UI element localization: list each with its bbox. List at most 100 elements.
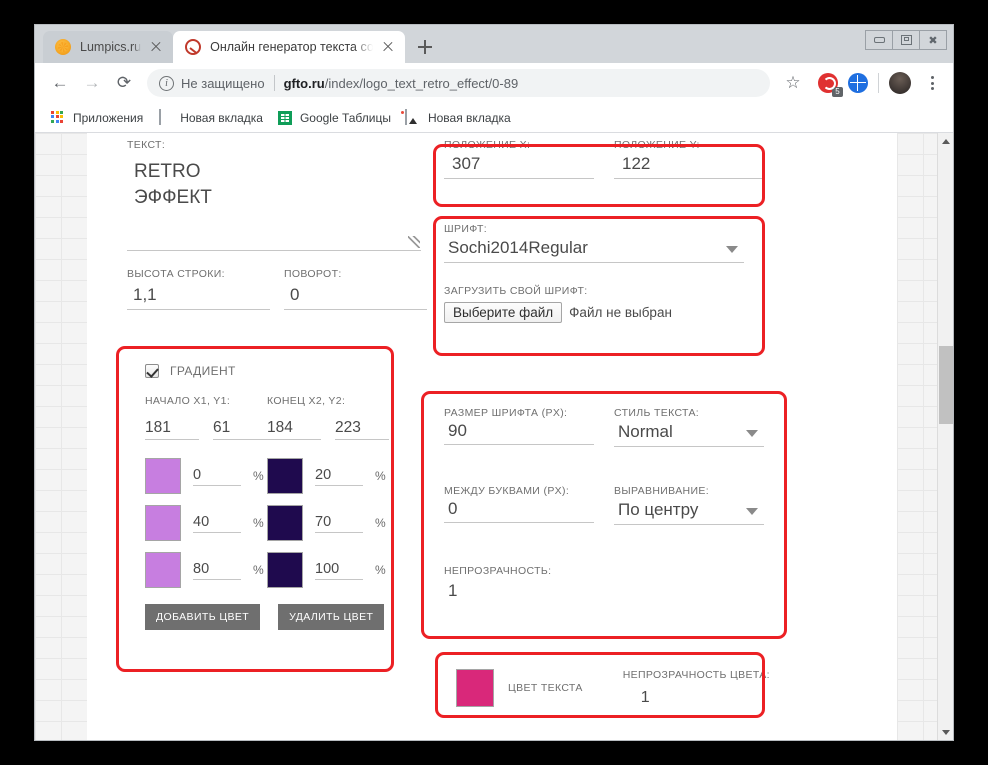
tab-title: Lumpics.ru [80, 40, 142, 54]
gradient-color-swatch[interactable] [145, 458, 181, 494]
scroll-up-arrow-icon[interactable] [938, 133, 953, 149]
position-y-input[interactable]: 122 [614, 151, 764, 179]
rotation-input[interactable]: 0 [284, 280, 427, 310]
resize-handle-icon[interactable] [408, 236, 420, 248]
add-color-button[interactable]: ДОБАВИТЬ ЦВЕТ [145, 604, 261, 630]
gradient-stop-percent[interactable]: 0 [193, 467, 241, 486]
font-upload-label: ЗАГРУЗИТЬ СВОЙ ШРИФТ: [444, 285, 588, 297]
tab-strip: Lumpics.ru Онлайн генератор текста созда… [35, 25, 953, 63]
tab-close-icon[interactable] [147, 38, 165, 56]
gradient-color-swatch[interactable] [267, 458, 303, 494]
scrollbar-thumb[interactable] [939, 346, 953, 424]
gradient-color-swatch[interactable] [267, 505, 303, 541]
alignment-select[interactable]: По центру [614, 497, 764, 525]
gradient-stop-left-1: 0 % [145, 458, 267, 494]
percent-unit: % [375, 563, 386, 577]
gradient-label: ГРАДИЕНТ [170, 364, 236, 378]
reload-button[interactable]: ⟳ [109, 68, 139, 98]
url-host: gfto.ru [283, 75, 325, 91]
gradient-buttons: ДОБАВИТЬ ЦВЕТ УДАЛИТЬ ЦВЕТ [145, 604, 389, 630]
gradient-y2-input[interactable]: 223 [335, 419, 389, 440]
page-icon [157, 108, 173, 126]
gradient-color-swatch[interactable] [145, 552, 181, 588]
gradient-stop-percent[interactable]: 80 [193, 561, 241, 580]
apps-grid-icon [50, 110, 66, 126]
font-size-input[interactable]: 90 [444, 419, 594, 445]
percent-unit: % [253, 563, 264, 577]
alignment-label: ВЫРАВНИВАНИЕ: [614, 485, 709, 497]
address-bar[interactable]: i Не защищено gfto.ru /index/logo_text_r… [147, 69, 770, 97]
avatar[interactable] [889, 72, 911, 94]
chevron-down-icon [746, 430, 758, 437]
bookmark-label: Новая вкладка [427, 110, 511, 125]
line-height-input[interactable]: 1,1 [127, 280, 270, 310]
bookmark-new-tab-2[interactable]: Новая вкладка [400, 107, 520, 129]
bookmark-google-sheets[interactable]: Google Таблицы [272, 107, 400, 129]
photo-icon [404, 108, 421, 126]
scroll-down-arrow-icon[interactable] [938, 724, 953, 740]
percent-unit: % [253, 516, 264, 530]
position-x-group: ПОЛОЖЕНИЕ X: 307 [444, 139, 594, 179]
gradient-color-swatch[interactable] [267, 552, 303, 588]
bookmark-label: Новая вкладка [180, 110, 263, 125]
gradient-y1-input[interactable]: 61 [213, 419, 267, 440]
color-opacity-value[interactable]: 1 [623, 681, 770, 707]
back-button[interactable]: ← [45, 68, 75, 98]
gradient-stop-percent[interactable]: 70 [315, 514, 363, 533]
generator-form: ТЕКСТ: RETRO ЭФФЕКТ ВЫСОТА СТРОКИ: 1,1 П… [87, 133, 897, 740]
gradient-checkbox-row[interactable]: ГРАДИЕНТ [145, 364, 389, 378]
remove-color-button[interactable]: УДАЛИТЬ ЦВЕТ [278, 604, 385, 630]
text-style-label: СТИЛЬ ТЕКСТА: [614, 407, 700, 419]
text-color-label: ЦВЕТ ТЕКСТА [508, 682, 583, 694]
text-style-group: СТИЛЬ ТЕКСТА: Normal [614, 407, 764, 447]
opacity-input[interactable]: 1 [444, 577, 594, 604]
bookmark-new-tab-1[interactable]: Новая вкладка [152, 107, 272, 129]
close-button[interactable]: ✖ [919, 30, 947, 50]
text-color-swatch[interactable] [456, 669, 494, 707]
browser-tab-generator[interactable]: Онлайн генератор текста созда [173, 31, 406, 63]
position-x-label: ПОЛОЖЕНИЕ X: [444, 139, 531, 151]
bookmark-apps[interactable]: Приложения [45, 107, 152, 129]
security-label: Не защищено [181, 75, 265, 91]
gradient-coordinates: НАЧАЛО X1, Y1: 181 61 КОНЕЦ X2, Y2: 184 … [145, 395, 389, 440]
browser-window: Lumpics.ru Онлайн генератор текста созда… [34, 24, 954, 741]
gradient-stop-right-2: 70 % [267, 505, 389, 541]
letter-spacing-input[interactable]: 0 [444, 497, 594, 523]
tab-close-icon[interactable] [379, 38, 397, 56]
gradient-start-label: НАЧАЛО X1, Y1: [145, 395, 231, 407]
percent-unit: % [375, 469, 386, 483]
font-select-value: Sochi2014Regular [448, 238, 588, 257]
page-texture-right [897, 133, 937, 740]
position-x-input[interactable]: 307 [444, 151, 594, 179]
choose-file-button[interactable]: Выберите файл [444, 302, 563, 323]
new-tab-button[interactable] [411, 33, 439, 61]
translate-globe-icon[interactable] [848, 73, 868, 93]
gradient-x1-input[interactable]: 181 [145, 419, 199, 440]
gradient-stop-percent[interactable]: 20 [315, 467, 363, 486]
page-scrollbar[interactable] [937, 133, 953, 740]
browser-tab-lumpics[interactable]: Lumpics.ru [43, 31, 174, 63]
gradient-end-label: КОНЕЦ X2, Y2: [267, 395, 346, 407]
gradient-color-swatch[interactable] [145, 505, 181, 541]
font-block: ШРИФТ: Sochi2014Regular ЗАГРУЗИТЬ СВОЙ Ш… [444, 223, 776, 353]
text-style-select[interactable]: Normal [614, 419, 764, 447]
gradient-end-group: КОНЕЦ X2, Y2: 184 223 [267, 395, 389, 440]
position-y-group: ПОЛОЖЕНИЕ Y: 122 [614, 139, 764, 179]
gradient-stop-percent[interactable]: 40 [193, 514, 241, 533]
minimize-button[interactable] [865, 30, 893, 50]
forward-button[interactable]: → [77, 68, 107, 98]
kebab-menu-icon[interactable] [919, 70, 945, 96]
letter-spacing-label: МЕЖДУ БУКВАМИ (PX): [444, 485, 570, 497]
rotation-group: ПОВОРОТ: 0 [284, 268, 427, 310]
maximize-button[interactable] [892, 30, 920, 50]
bookmark-star-icon[interactable]: ☆ [778, 68, 808, 98]
gradient-checkbox[interactable] [145, 364, 159, 378]
gradient-stop-left-3: 80 % [145, 552, 267, 588]
info-icon[interactable]: i [159, 75, 174, 91]
gradient-stop-percent[interactable]: 100 [315, 561, 363, 580]
text-input[interactable]: RETRO ЭФФЕКТ [127, 151, 421, 251]
adblock-extension-icon[interactable]: 5 [818, 73, 843, 97]
chevron-down-icon [726, 246, 738, 253]
font-select[interactable]: Sochi2014Regular [444, 235, 744, 263]
gradient-x2-input[interactable]: 184 [267, 419, 321, 440]
